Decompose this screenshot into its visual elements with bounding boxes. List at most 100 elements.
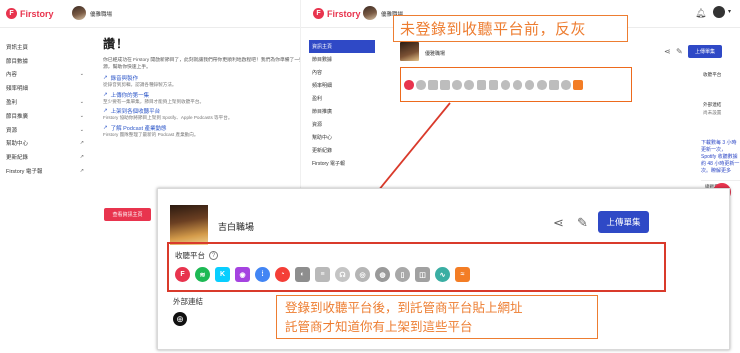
external-link-icon: ↗: [103, 108, 108, 115]
sidebar-item[interactable]: 資源: [309, 118, 375, 131]
sidebar-item-label: 頻率明細: [6, 86, 29, 93]
chevron-icon: ↗: [79, 154, 84, 161]
avatar[interactable]: [72, 6, 86, 20]
soundon-icon[interactable]: [488, 80, 499, 90]
chevron-icon: ⌄: [79, 71, 84, 78]
intro-text: 你已經成功在 Firstory 開啟新節目了，此刻就讓我們帶你更順利地啟程吧！我…: [103, 58, 309, 71]
callout-line-1: 登錄到收聽平台後，到託管商平台貼上網址: [285, 300, 523, 315]
breaker-icon[interactable]: ◫: [415, 267, 430, 282]
player-fm-icon[interactable]: ▯: [395, 267, 410, 282]
sidebar-item[interactable]: 內容: [309, 66, 375, 79]
castro-icon[interactable]: [512, 80, 523, 90]
spotify-icon[interactable]: ≋: [195, 267, 210, 282]
podbean-icon[interactable]: ∿: [435, 267, 450, 282]
sidebar-item[interactable]: Firstory 電子報 ↗: [6, 164, 84, 178]
sidebar-item[interactable]: 更新紀錄: [309, 144, 375, 157]
chevron-icon: ↗: [79, 140, 84, 147]
firstory-logo[interactable]: F Firstory: [6, 8, 54, 19]
sidebar-item-label: 幫助中心: [6, 141, 29, 148]
podcast-cover: [400, 42, 419, 61]
apple-podcasts-icon[interactable]: ◉: [235, 267, 250, 282]
kkbox-icon[interactable]: K: [215, 267, 230, 282]
resource-link[interactable]: ↗ 上傳你的第一集: [103, 91, 313, 99]
castro-icon[interactable]: ◎: [355, 267, 370, 282]
rss-icon[interactable]: [573, 80, 583, 90]
right-sidebar: 資訊主頁 節目數據 內容 頻率明細 盈利 節目推廣 資源 幫助中心 更新紀錄 Firstory 電…: [309, 40, 375, 170]
chevron-down-icon[interactable]: ▾: [728, 8, 731, 15]
sidebar-item[interactable]: 盈利 ⌄: [6, 95, 84, 109]
firstory-logo[interactable]: F Firstory: [313, 8, 361, 19]
external-links-status: 尚未設置: [703, 110, 722, 115]
sidebar-item[interactable]: 節目數據: [309, 53, 375, 66]
sidebar-item-label: 內容: [6, 72, 18, 79]
resource-link[interactable]: ↗ 了解 Podcast 產業動態: [103, 124, 313, 132]
share-icon[interactable]: ⋖: [553, 215, 564, 231]
sidebar-item[interactable]: 節目數據: [6, 54, 84, 68]
help-icon[interactable]: ?: [209, 251, 218, 260]
bell-icon[interactable]: 🔔︎: [695, 8, 706, 19]
platforms-highlight: 收聽平台 ? F ≋ K ◉ ⁞ ◔ ◐ ≡ ☊ ◎ ◍ ▯ ◫ ∿ ≈: [167, 242, 666, 292]
overcast-icon[interactable]: [500, 80, 511, 90]
sidebar-item[interactable]: 節目推廣 ⌄: [6, 109, 84, 123]
callout-before-listing: 未登錄到收聽平台前，反灰: [393, 15, 628, 42]
castbox-icon[interactable]: ◐: [295, 267, 310, 282]
sidebar-item[interactable]: 頻率明細: [6, 81, 84, 95]
podcast-addict-icon[interactable]: [524, 80, 535, 90]
sidebar-item[interactable]: Firstory 電子報: [309, 157, 375, 170]
podbean-icon[interactable]: [561, 80, 571, 90]
sidebar-item[interactable]: 內容 ⌄: [6, 68, 84, 82]
globe-icon[interactable]: ⊕: [173, 312, 187, 326]
sidebar-item[interactable]: 節目推廣: [309, 105, 375, 118]
podcast-switcher[interactable]: 優雅職場: [90, 10, 112, 18]
upload-episode-button[interactable]: 上傳單集: [598, 211, 649, 233]
resource-link-desc: 從錄音到剪輯，認識各種錄製方法。: [103, 82, 177, 88]
view-dashboard-button[interactable]: 查看資訊主頁: [104, 208, 151, 221]
callout-after-listing: 登錄到收聽平台後，到託管商平台貼上網址 託管商才知道你有上架到這些平台: [276, 295, 598, 339]
upload-episode-button[interactable]: 上傳單集: [688, 45, 722, 58]
sidebar-item-label: 資訊主頁: [6, 44, 29, 51]
edit-icon[interactable]: ✎: [676, 47, 683, 56]
sidebar-item[interactable]: 資訊主頁: [6, 40, 84, 54]
rss-icon[interactable]: ≈: [455, 267, 470, 282]
sidebar-item-label: 更新紀錄: [6, 155, 29, 162]
sidebar-item[interactable]: 幫助中心 ↗: [6, 137, 84, 151]
kkbox-icon[interactable]: [428, 80, 438, 90]
sidebar-item[interactable]: 頻率明細: [309, 79, 375, 92]
firstory-icon[interactable]: F: [175, 267, 190, 282]
google-podcasts-icon[interactable]: ⁞: [255, 267, 270, 282]
external-link-icon: ↗: [103, 75, 108, 82]
resource-link-desc: 至少要有一集單集，節目才能夠上架到收聽平台。: [103, 98, 205, 104]
avatar[interactable]: [363, 6, 377, 20]
podcast-title: 優雅職場: [425, 51, 446, 57]
left-topbar: F Firstory 優雅職場: [0, 0, 344, 28]
spotify-icon[interactable]: [416, 80, 426, 90]
external-links-label: 外部連結: [173, 297, 203, 306]
sidebar-item[interactable]: 幫助中心: [309, 131, 375, 144]
breaker-icon[interactable]: [549, 80, 559, 90]
soundon-icon[interactable]: ≡: [315, 267, 330, 282]
external-links-label: 外部連結: [703, 102, 722, 107]
podcast-addict-icon[interactable]: ◍: [375, 267, 390, 282]
player-fm-icon[interactable]: [537, 80, 547, 90]
overcast-icon[interactable]: ☊: [335, 267, 350, 282]
sidebar-item[interactable]: 更新紀錄 ↗: [6, 150, 84, 164]
sidebar-item[interactable]: 資訊主頁: [309, 40, 375, 53]
sidebar-item-label: 資源: [6, 127, 18, 134]
sidebar-item[interactable]: 資源 ⌄: [6, 123, 84, 137]
external-link-icon: ↗: [103, 91, 108, 98]
sidebar-item-label: Firstory 電子報: [6, 169, 43, 176]
pocket-casts-icon[interactable]: [464, 80, 474, 90]
share-icon[interactable]: ⋖: [664, 47, 671, 56]
page-title: 讚！: [103, 37, 130, 51]
google-podcasts-icon[interactable]: [452, 80, 462, 90]
firstory-icon[interactable]: [404, 80, 414, 90]
castbox-icon[interactable]: [476, 80, 487, 90]
account-icon[interactable]: [713, 6, 725, 18]
callout-line-2: 託管商才知道你有上架到這些平台: [285, 319, 473, 334]
sidebar-item[interactable]: 盈利: [309, 92, 375, 105]
apple-podcasts-icon[interactable]: [440, 80, 450, 90]
firstory-logo-icon: F: [313, 8, 324, 19]
external-link-icon: ↗: [103, 124, 108, 131]
pocket-casts-icon[interactable]: ◔: [275, 267, 290, 282]
edit-icon[interactable]: ✎: [577, 215, 588, 231]
